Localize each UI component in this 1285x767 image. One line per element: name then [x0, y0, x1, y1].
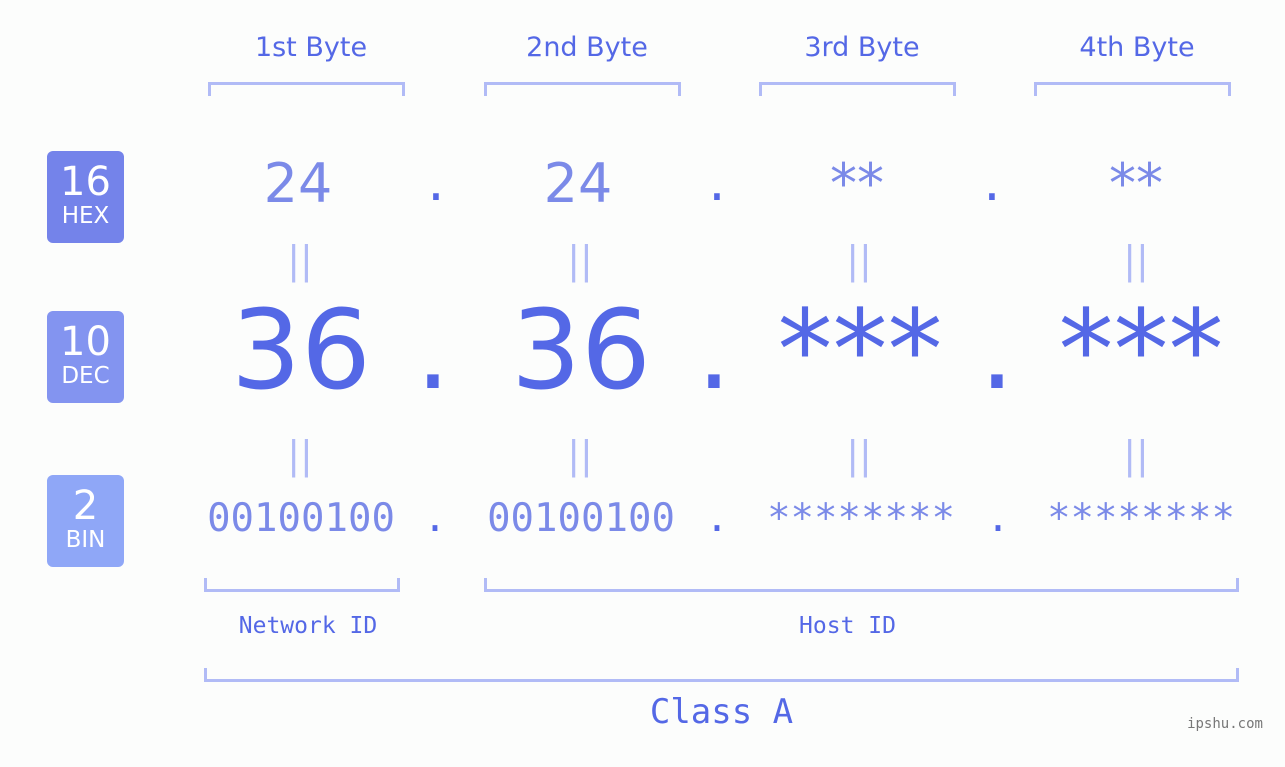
- network-id-label: Network ID: [238, 613, 378, 639]
- dec-value-2: 36: [511, 286, 651, 414]
- hex-badge: 16 HEX: [47, 151, 124, 243]
- hex-separator: .: [708, 150, 726, 213]
- hex-badge-label: HEX: [61, 203, 110, 229]
- equals-sign: ||: [287, 433, 313, 477]
- byte-bracket-2: [484, 82, 681, 96]
- hex-value-3: **: [830, 152, 884, 215]
- hex-value-4: **: [1109, 152, 1163, 215]
- equals-sign: ||: [567, 433, 593, 477]
- bin-value-4: ********: [1047, 496, 1235, 541]
- byte-header-3: 3rd Byte: [804, 32, 920, 63]
- dec-badge: 10 DEC: [47, 311, 124, 403]
- hex-separator: .: [983, 150, 1001, 213]
- bin-value-3: ********: [767, 496, 955, 541]
- dec-value-1: 36: [231, 286, 371, 414]
- dec-badge-label: DEC: [61, 363, 110, 389]
- bin-badge: 2 BIN: [47, 475, 124, 567]
- equals-sign: ||: [846, 238, 872, 282]
- byte-bracket-1: [208, 82, 405, 96]
- hex-badge-base: 16: [60, 159, 111, 205]
- class-label: Class A: [649, 692, 794, 732]
- watermark: ipshu.com: [1187, 716, 1263, 732]
- dec-badge-base: 10: [60, 319, 111, 365]
- equals-sign: ||: [1123, 433, 1149, 477]
- equals-sign: ||: [567, 238, 593, 282]
- host-id-label: Host ID: [799, 613, 896, 639]
- equals-sign: ||: [1123, 238, 1149, 282]
- byte-header-1: 1st Byte: [254, 32, 368, 63]
- hex-separator: .: [427, 150, 445, 213]
- byte-bracket-4: [1034, 82, 1231, 96]
- byte-header-2: 2nd Byte: [526, 32, 648, 63]
- bin-value-1: 00100100: [207, 496, 395, 541]
- dec-value-4: ***: [1058, 286, 1224, 414]
- dec-value-3: ***: [777, 286, 943, 414]
- hex-value-2: 24: [543, 152, 613, 215]
- network-id-bracket: [204, 578, 400, 592]
- bin-separator: .: [423, 496, 447, 541]
- bin-badge-label: BIN: [65, 527, 106, 553]
- host-id-bracket: [484, 578, 1239, 592]
- equals-sign: ||: [287, 238, 313, 282]
- bin-value-2: 00100100: [487, 496, 675, 541]
- bin-separator: .: [705, 496, 729, 541]
- bin-badge-base: 2: [72, 483, 99, 529]
- equals-sign: ||: [846, 433, 872, 477]
- byte-bracket-3: [759, 82, 956, 96]
- byte-header-4: 4th Byte: [1079, 32, 1195, 63]
- class-bracket: [204, 668, 1239, 682]
- bin-separator: .: [986, 496, 1010, 541]
- hex-value-1: 24: [263, 152, 333, 215]
